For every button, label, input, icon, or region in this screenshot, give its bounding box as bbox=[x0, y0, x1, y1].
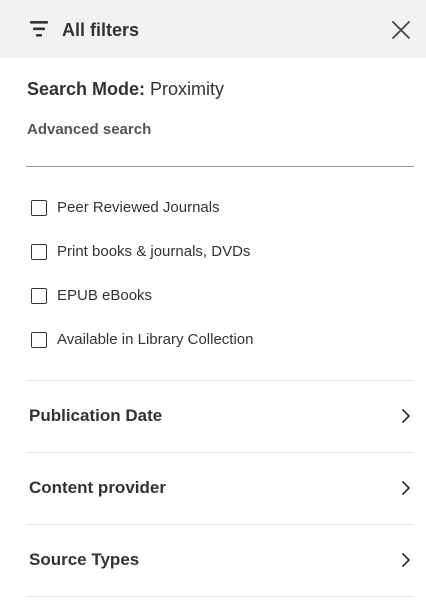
facet-source-types[interactable]: Source Types bbox=[29, 545, 415, 575]
close-icon[interactable] bbox=[389, 18, 413, 42]
checkbox-label: EPUB eBooks bbox=[57, 287, 153, 304]
advanced-search-link[interactable]: Advanced search bbox=[27, 121, 151, 139]
search-mode: Search Mode: Proximity bbox=[27, 78, 224, 100]
checkbox-box[interactable] bbox=[31, 288, 47, 304]
search-mode-value: Proximity bbox=[150, 79, 225, 99]
filter-icon bbox=[30, 21, 48, 37]
all-filters-panel: All filters Search Mode: Proximity Advan… bbox=[0, 0, 426, 603]
search-mode-label: Search Mode: bbox=[27, 79, 146, 99]
checkbox-label: Available in Library Collection bbox=[57, 331, 254, 348]
facet-publication-date[interactable]: Publication Date bbox=[29, 401, 415, 431]
panel-title: All filters bbox=[62, 20, 140, 40]
facet-divider bbox=[26, 452, 414, 453]
filters-header: All filters bbox=[0, 0, 426, 58]
checkbox-print-books[interactable]: Print books & journals, DVDs bbox=[31, 242, 250, 262]
checkbox-box[interactable] bbox=[31, 332, 47, 348]
facet-label: Publication Date bbox=[29, 406, 163, 425]
chevron-right-icon bbox=[402, 481, 410, 495]
checkbox-label: Peer Reviewed Journals bbox=[57, 199, 220, 216]
facet-content-provider[interactable]: Content provider bbox=[29, 473, 415, 503]
facet-divider bbox=[26, 596, 414, 597]
chevron-right-icon bbox=[402, 553, 410, 567]
checkbox-epub-ebooks[interactable]: EPUB eBooks bbox=[31, 286, 152, 306]
checkbox-label: Print books & journals, DVDs bbox=[57, 243, 251, 260]
divider bbox=[26, 166, 414, 167]
facet-label: Content provider bbox=[29, 478, 166, 497]
chevron-right-icon bbox=[402, 409, 410, 423]
facet-label: Source Types bbox=[29, 550, 140, 569]
checkbox-box[interactable] bbox=[31, 244, 47, 260]
checkbox-library-collection[interactable]: Available in Library Collection bbox=[31, 330, 254, 350]
checkbox-peer-reviewed[interactable]: Peer Reviewed Journals bbox=[31, 198, 220, 218]
facet-divider bbox=[26, 524, 414, 525]
checkbox-box[interactable] bbox=[31, 200, 47, 216]
facet-divider bbox=[26, 380, 414, 381]
